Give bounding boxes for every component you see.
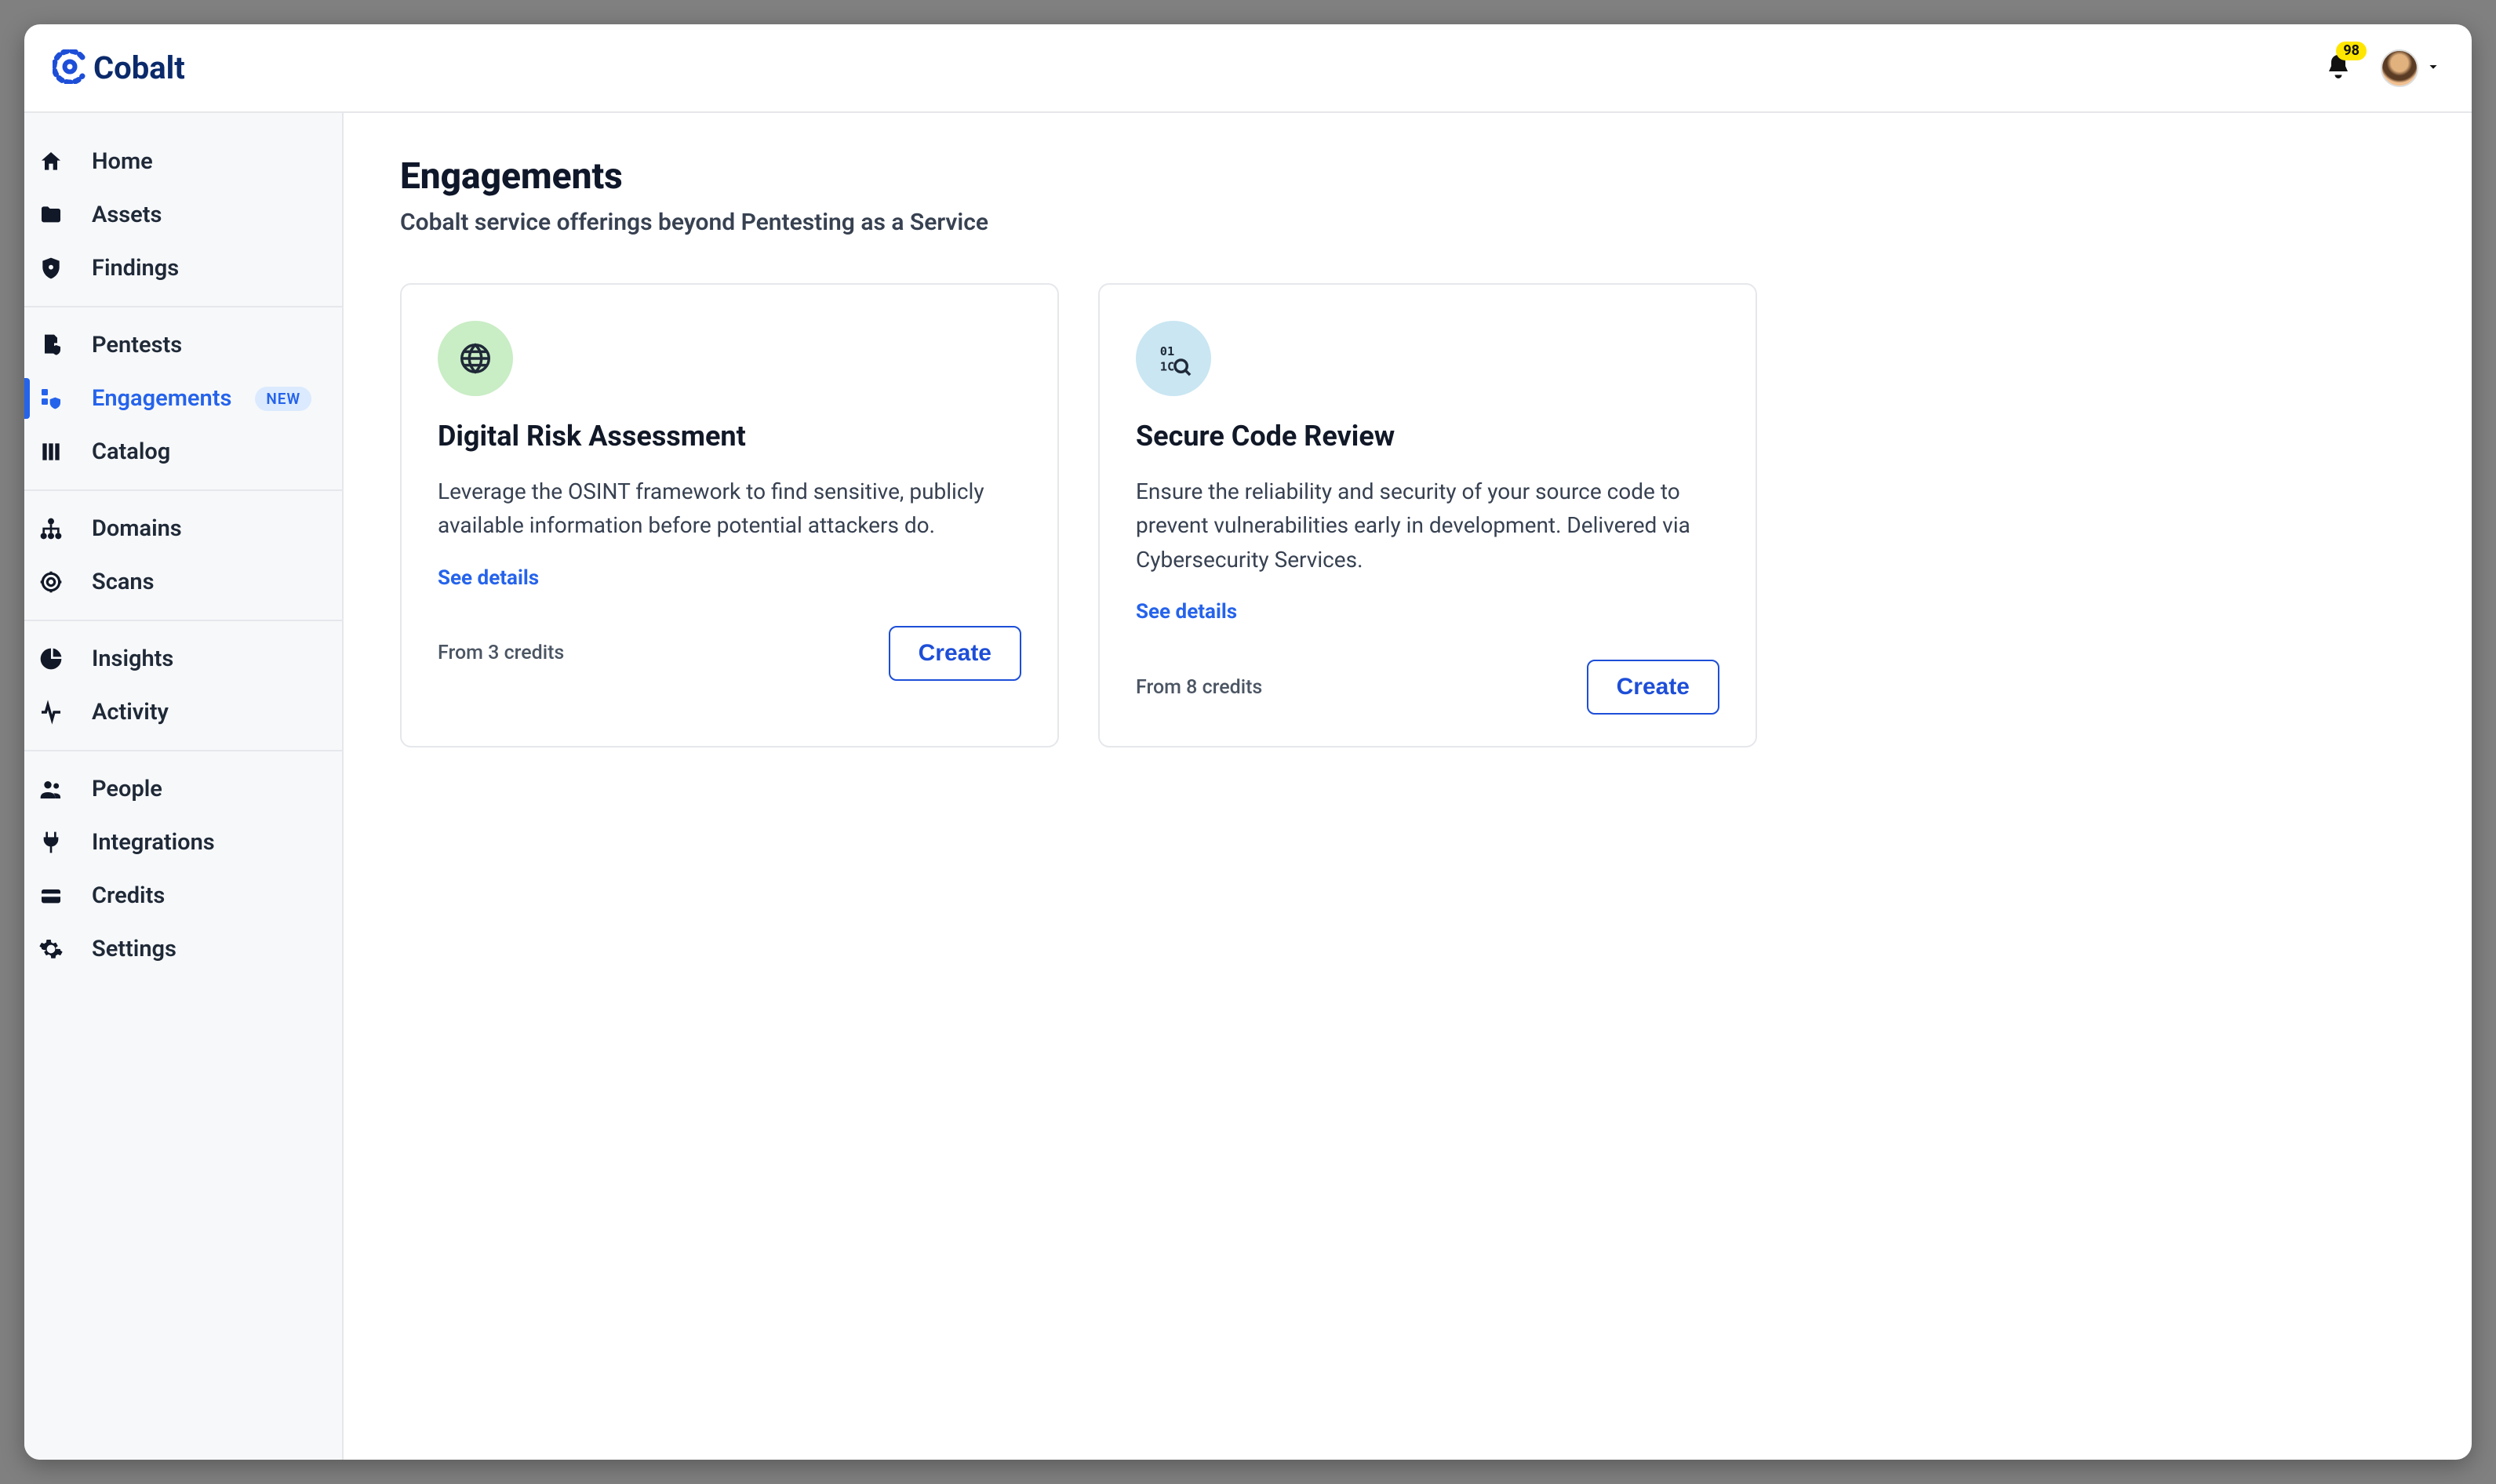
sidebar-item-engagements[interactable]: Engagements NEW bbox=[24, 372, 342, 425]
card-description: Leverage the OSINT framework to find sen… bbox=[438, 475, 1021, 543]
sidebar-item-label: Settings bbox=[92, 936, 176, 962]
globe-icon bbox=[438, 321, 513, 396]
engagements-shield-icon bbox=[37, 384, 65, 413]
create-button[interactable]: Create bbox=[889, 626, 1021, 681]
cobalt-logo-icon bbox=[53, 49, 87, 87]
sidebar-item-integrations[interactable]: Integrations bbox=[24, 816, 342, 869]
page-subtitle: Cobalt service offerings beyond Pentesti… bbox=[400, 209, 2415, 236]
credits-text: From 8 credits bbox=[1136, 676, 1262, 699]
svg-text:01: 01 bbox=[1160, 344, 1174, 358]
new-badge: NEW bbox=[255, 387, 311, 411]
sidebar-item-people[interactable]: People bbox=[24, 762, 342, 816]
notification-count-badge: 98 bbox=[2336, 42, 2367, 60]
sidebar-item-scans[interactable]: Scans bbox=[24, 555, 342, 609]
see-details-link[interactable]: See details bbox=[1136, 600, 1719, 624]
sidebar-item-domains[interactable]: Domains bbox=[24, 502, 342, 555]
sidebar-item-label: Findings bbox=[92, 255, 179, 282]
sidebar-item-label: People bbox=[92, 776, 162, 802]
cards-row: Digital Risk Assessment Leverage the OSI… bbox=[400, 283, 2415, 747]
nav-group: Insights Activity bbox=[24, 621, 342, 751]
sidebar-item-label: Activity bbox=[92, 699, 169, 726]
nav-group: People Integrations Credits bbox=[24, 751, 342, 987]
card-footer: From 3 credits Create bbox=[438, 626, 1021, 681]
create-button[interactable]: Create bbox=[1587, 660, 1719, 715]
sidebar: Home Assets Findings bbox=[24, 113, 344, 1460]
sidebar-item-credits[interactable]: Credits bbox=[24, 869, 342, 922]
engagement-card-secure-code-review: 01 1C Secure Code Review Ensure the reli… bbox=[1098, 283, 1757, 747]
sidebar-item-label: Credits bbox=[92, 882, 165, 909]
catalog-icon bbox=[37, 438, 65, 466]
home-icon bbox=[37, 147, 65, 176]
document-shield-icon bbox=[37, 331, 65, 359]
sidebar-item-label: Engagements bbox=[92, 385, 231, 412]
card-description: Ensure the reliability and security of y… bbox=[1136, 475, 1719, 577]
sidebar-item-label: Domains bbox=[92, 515, 182, 542]
sidebar-item-label: Insights bbox=[92, 646, 173, 672]
activity-icon bbox=[37, 698, 65, 726]
target-icon bbox=[37, 568, 65, 596]
header: Cobalt 98 bbox=[24, 24, 2472, 113]
body: Home Assets Findings bbox=[24, 113, 2472, 1460]
sidebar-item-label: Assets bbox=[92, 202, 162, 228]
logo-text: Cobalt bbox=[93, 49, 185, 86]
folder-icon bbox=[37, 201, 65, 229]
app-frame: Cobalt 98 bbox=[24, 24, 2472, 1460]
sidebar-item-settings[interactable]: Settings bbox=[24, 922, 342, 976]
header-right: 98 bbox=[2324, 49, 2442, 87]
nav-group: Domains Scans bbox=[24, 491, 342, 621]
sidebar-item-label: Home bbox=[92, 148, 153, 175]
notifications-button[interactable]: 98 bbox=[2324, 53, 2352, 84]
plug-icon bbox=[37, 828, 65, 857]
sitemap-icon bbox=[37, 515, 65, 543]
sidebar-item-catalog[interactable]: Catalog bbox=[24, 425, 342, 478]
sidebar-item-findings[interactable]: Findings bbox=[24, 242, 342, 295]
sidebar-item-activity[interactable]: Activity bbox=[24, 686, 342, 739]
shield-icon bbox=[37, 254, 65, 282]
user-menu[interactable] bbox=[2381, 49, 2442, 87]
engagement-card-digital-risk-assessment: Digital Risk Assessment Leverage the OSI… bbox=[400, 283, 1059, 747]
sidebar-item-assets[interactable]: Assets bbox=[24, 188, 342, 242]
main-content: Engagements Cobalt service offerings bey… bbox=[344, 113, 2472, 1460]
sidebar-item-label: Scans bbox=[92, 569, 155, 595]
binary-magnify-icon: 01 1C bbox=[1136, 321, 1211, 396]
chevron-down-icon bbox=[2425, 58, 2442, 78]
nav-group: Pentests Engagements NEW Catalog bbox=[24, 307, 342, 491]
svg-text:1C: 1C bbox=[1160, 359, 1174, 373]
sidebar-item-label: Integrations bbox=[92, 829, 215, 856]
sidebar-item-label: Catalog bbox=[92, 438, 170, 465]
sidebar-item-pentests[interactable]: Pentests bbox=[24, 318, 342, 372]
pie-chart-icon bbox=[37, 645, 65, 673]
see-details-link[interactable]: See details bbox=[438, 566, 1021, 590]
sidebar-item-insights[interactable]: Insights bbox=[24, 632, 342, 686]
bell-icon bbox=[2324, 69, 2352, 84]
gear-icon bbox=[37, 935, 65, 963]
card-title: Digital Risk Assessment bbox=[438, 420, 1021, 453]
sidebar-item-label: Pentests bbox=[92, 332, 182, 358]
credits-text: From 3 credits bbox=[438, 642, 564, 664]
card-title: Secure Code Review bbox=[1136, 420, 1719, 453]
page-title: Engagements bbox=[400, 155, 2415, 198]
wallet-icon bbox=[37, 882, 65, 910]
logo[interactable]: Cobalt bbox=[53, 49, 185, 87]
sidebar-item-home[interactable]: Home bbox=[24, 135, 342, 188]
avatar bbox=[2381, 49, 2418, 87]
card-footer: From 8 credits Create bbox=[1136, 660, 1719, 715]
nav-group: Home Assets Findings bbox=[24, 124, 342, 307]
people-icon bbox=[37, 775, 65, 803]
